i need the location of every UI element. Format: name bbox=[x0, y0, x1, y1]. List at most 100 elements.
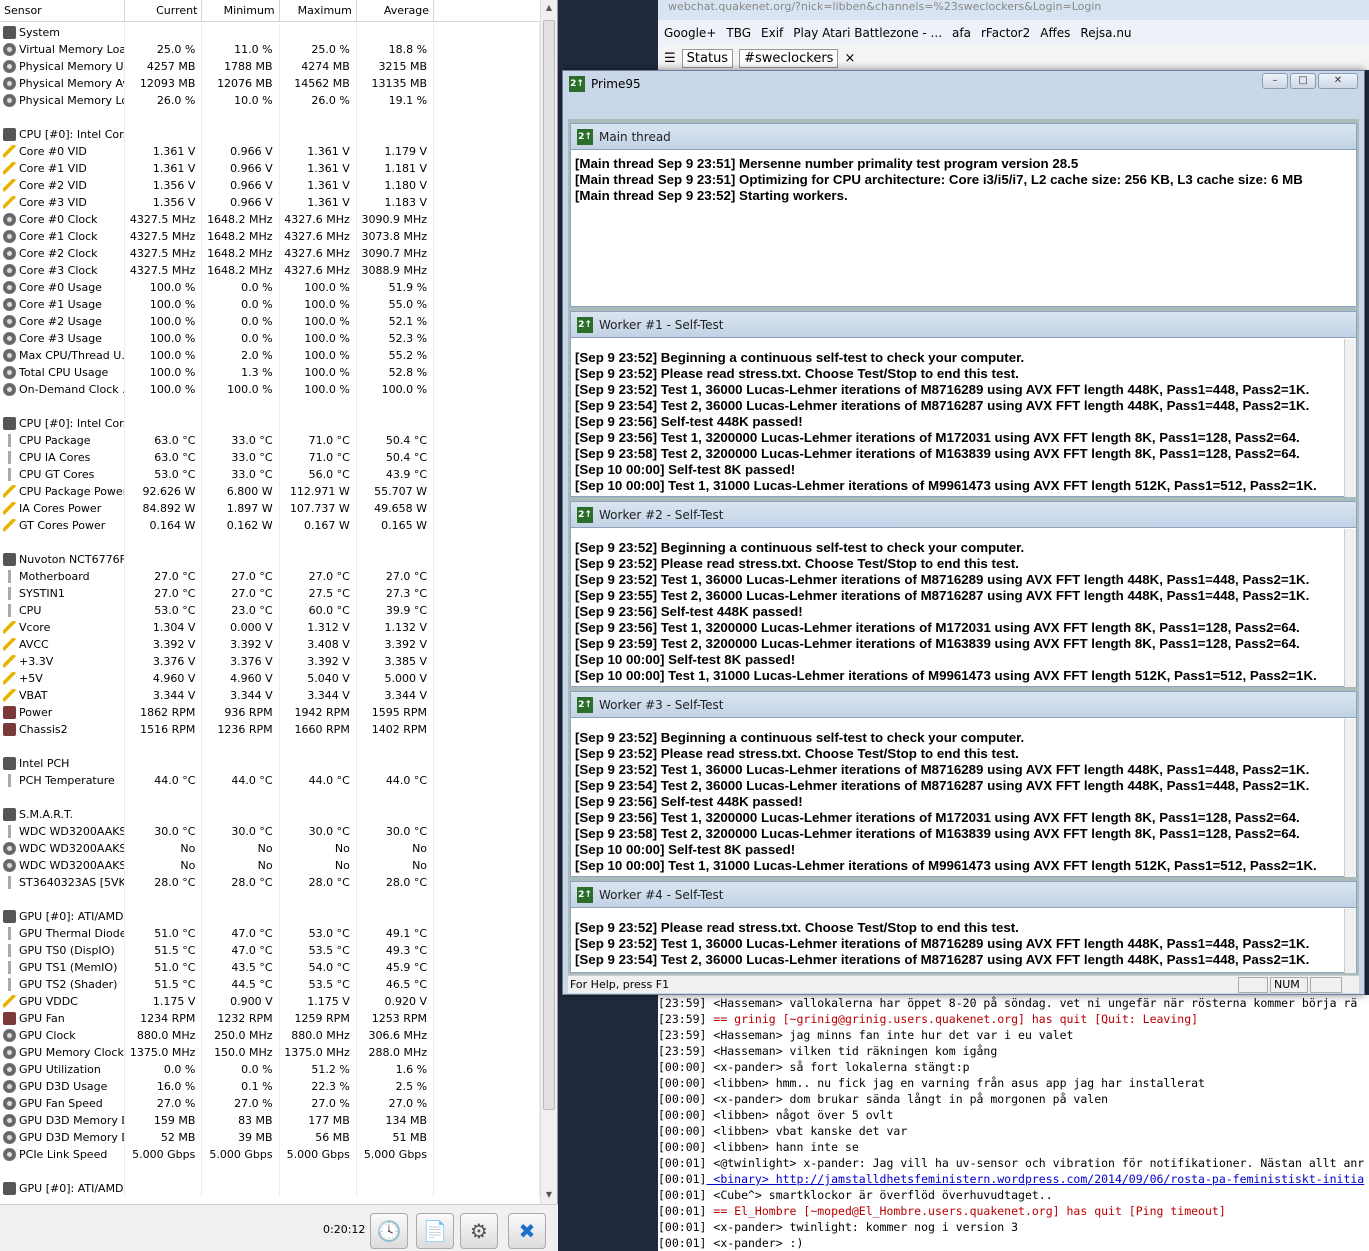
sensor-row[interactable]: Core #3 Clock 4327.5 MHz 1648.2 MHz 4327.6 … bbox=[0, 262, 540, 279]
sensor-row[interactable]: CPU Package 63.0 °C 33.0 °C 71.0 °C 50.4 °C bbox=[0, 432, 540, 449]
sensor-row[interactable]: Physical Memory Av...12093 MB12076 MB145… bbox=[0, 75, 540, 92]
sensor-row[interactable]: CPU 53.0 °C 23.0 °C 60.0 °C 39.9 °C bbox=[0, 602, 540, 619]
blank-row[interactable] bbox=[0, 1163, 540, 1180]
sensor-row[interactable]: Motherboard 27.0 °C 27.0 °C 27.0 °C 27.0 °C bbox=[0, 568, 540, 585]
sensor-row[interactable]: PCH Temperature 44.0 °C 44.0 °C 44.0 °C 44.0… bbox=[0, 772, 540, 789]
sensor-row[interactable]: WDC WD3200AAKS... 30.0 °C 30.0 °C 30.0 °C 30… bbox=[0, 823, 540, 840]
sensor-row[interactable]: WDC WD3200AAKS... No No No No bbox=[0, 857, 540, 874]
sensor-row[interactable]: Core #1 Clock 4327.5 MHz 1648.2 MHz 4327.6 … bbox=[0, 228, 540, 245]
tab-sweclockers[interactable]: #sweclockers bbox=[739, 48, 839, 68]
sensor-row[interactable]: Chassis2 1516 RPM 1236 RPM 1660 RPM 1402 RPM bbox=[0, 721, 540, 738]
sensor-row[interactable]: GT Cores Power 0.164 W 0.162 W 0.167 W 0.165… bbox=[0, 517, 540, 534]
scroll-down-icon[interactable]: ▼ bbox=[544, 1190, 554, 1199]
pane-scrollbar[interactable] bbox=[1344, 529, 1356, 687]
sensor-row[interactable]: Core #2 Usage 100.0 % 0.0 % 100.0 % 52.1 % bbox=[0, 313, 540, 330]
sensor-row[interactable]: On-Demand Clock ... 100.0 % 100.0 % 100.0 %… bbox=[0, 381, 540, 398]
minimize-button[interactable]: – bbox=[1262, 73, 1288, 89]
sensor-row[interactable]: CPU Package Power 92.626 W 6.800 W 112.971 … bbox=[0, 483, 540, 500]
bookmark-item[interactable]: Play Atari Battlezone - ... bbox=[793, 26, 942, 40]
maximize-button[interactable]: □ bbox=[1290, 73, 1316, 89]
sensor-row[interactable]: SYSTIN1 27.0 °C 27.0 °C 27.5 °C 27.3 °C bbox=[0, 585, 540, 602]
blank-row[interactable] bbox=[0, 891, 540, 908]
blank-row[interactable] bbox=[0, 398, 540, 415]
sensor-row[interactable]: GPU [#0]: ATI/AMD... bbox=[0, 908, 540, 925]
sensor-row[interactable]: CPU IA Cores 63.0 °C 33.0 °C 71.0 °C 50.4 °C bbox=[0, 449, 540, 466]
pane-scrollbar[interactable] bbox=[1344, 719, 1356, 877]
sensor-row[interactable]: Nuvoton NCT6776F bbox=[0, 551, 540, 568]
sensor-row[interactable]: Core #0 VID 1.361 V 0.966 V 1.361 V 1.179 V bbox=[0, 143, 540, 160]
sensor-row[interactable]: +5V 4.960 V 4.960 V 5.040 V 5.000 V bbox=[0, 670, 540, 687]
sensor-row[interactable]: GPU Utilization 0.0 % 0.0 % 51.2 % 1.6 % bbox=[0, 1061, 540, 1078]
column-header-sensor[interactable]: Sensor bbox=[0, 0, 126, 21]
sensor-row[interactable]: Core #3 VID 1.356 V 0.966 V 1.361 V 1.183 V bbox=[0, 194, 540, 211]
blank-row[interactable] bbox=[0, 109, 540, 126]
sensor-row[interactable]: PCIe Link Speed 5.000 Gbps 5.000 Gbps 5.000… bbox=[0, 1146, 540, 1163]
sensor-row[interactable]: GPU Thermal Diode 51.0 °C 47.0 °C 53.0 °C 49… bbox=[0, 925, 540, 942]
sensor-row[interactable]: Core #0 Usage 100.0 % 0.0 % 100.0 % 51.9 % bbox=[0, 279, 540, 296]
close-tab-icon[interactable]: × bbox=[844, 51, 855, 66]
sensor-row[interactable]: Core #1 VID 1.361 V 0.966 V 1.361 V 1.181 V bbox=[0, 160, 540, 177]
column-header-current[interactable]: Current bbox=[125, 0, 203, 21]
settings-button[interactable]: ⚙ bbox=[460, 1213, 498, 1249]
bookmark-item[interactable]: TBG bbox=[726, 26, 751, 40]
sensor-row[interactable]: GPU Fan 1234 RPM 1232 RPM 1259 RPM 1253 RPM bbox=[0, 1010, 540, 1027]
sensor-row[interactable]: Core #1 Usage 100.0 % 0.0 % 100.0 % 55.0 % bbox=[0, 296, 540, 313]
sensor-row[interactable]: Core #2 Clock 4327.5 MHz 1648.2 MHz 4327.6 … bbox=[0, 245, 540, 262]
blank-row[interactable] bbox=[0, 534, 540, 551]
column-header-average[interactable]: Average bbox=[357, 0, 435, 21]
sensor-row[interactable]: Vcore 1.304 V 0.000 V 1.312 V 1.132 V bbox=[0, 619, 540, 636]
sensor-row[interactable]: Core #2 VID 1.356 V 0.966 V 1.361 V 1.180 V bbox=[0, 177, 540, 194]
sensor-row[interactable]: Max CPU/Thread U... 100.0 % 2.0 % 100.0 % 55… bbox=[0, 347, 540, 364]
pane-scrollbar[interactable] bbox=[1344, 909, 1356, 973]
sensor-row[interactable]: GPU TS2 (Shader) 51.5 °C 44.5 °C 53.5 °C 46.… bbox=[0, 976, 540, 993]
scrollbar-thumb[interactable] bbox=[543, 20, 555, 1110]
sensor-row[interactable]: +3.3V 3.376 V 3.376 V 3.392 V 3.385 V bbox=[0, 653, 540, 670]
sensor-row[interactable]: Core #3 Usage 100.0 % 0.0 % 100.0 % 52.3 % bbox=[0, 330, 540, 347]
sensor-row[interactable]: GPU D3D Memory D...159 MB83 MB177 MB134 … bbox=[0, 1112, 540, 1129]
sensor-row[interactable]: CPU [#0]: Intel Cor... bbox=[0, 415, 540, 432]
sensor-row[interactable]: S.M.A.R.T. bbox=[0, 806, 540, 823]
sensor-row[interactable]: Physical Memory Used4257 MB1788 MB4274 M… bbox=[0, 58, 540, 75]
bookmark-item[interactable]: Exif bbox=[761, 26, 783, 40]
address-bar[interactable]: webchat.quakenet.org/?nick=libben&channe… bbox=[658, 0, 1369, 20]
bookmark-item[interactable]: Rejsa.nu bbox=[1080, 26, 1131, 40]
sensor-row[interactable]: GPU TS0 (DispIO) 51.5 °C 47.0 °C 53.5 °C 49.… bbox=[0, 942, 540, 959]
sensor-row[interactable]: Physical Memory Load26.0 %10.0 %26.0 %19… bbox=[0, 92, 540, 109]
sensor-row[interactable]: GPU TS1 (MemIO) 51.0 °C 43.5 °C 54.0 °C 45.9… bbox=[0, 959, 540, 976]
close-button[interactable]: ✕ bbox=[1318, 73, 1358, 89]
sensor-row[interactable]: CPU [#0]: Intel Cor... bbox=[0, 126, 540, 143]
sensor-row[interactable]: System bbox=[0, 24, 540, 41]
pane-titlebar[interactable]: 2↑ Worker #2 - Self-Test bbox=[571, 502, 1356, 528]
prime95-titlebar[interactable]: 2↑ Prime95 bbox=[563, 71, 1364, 97]
sensor-row[interactable]: GPU VDDC 1.175 V 0.900 V 1.175 V 0.920 V bbox=[0, 993, 540, 1010]
sensor-row[interactable]: IA Cores Power 84.892 W 1.897 W 107.737 W 49… bbox=[0, 500, 540, 517]
menu-icon[interactable]: ☰ bbox=[664, 51, 676, 66]
bookmark-item[interactable]: rFactor2 bbox=[981, 26, 1030, 40]
pane-scrollbar[interactable] bbox=[1344, 339, 1356, 497]
scroll-up-icon[interactable]: ▲ bbox=[544, 3, 554, 12]
bookmark-item[interactable]: Affes bbox=[1040, 26, 1070, 40]
blank-row[interactable] bbox=[0, 789, 540, 806]
pane-titlebar[interactable]: 2↑ Worker #1 - Self-Test bbox=[571, 312, 1356, 338]
sensor-row[interactable]: GPU Fan Speed 27.0 % 27.0 % 27.0 % 27.0 % bbox=[0, 1095, 540, 1112]
sensor-row[interactable]: GPU D3D Memory D...52 MB39 MB56 MB51 MB bbox=[0, 1129, 540, 1146]
sensor-row[interactable]: WDC WD3200AAKS... No No No No bbox=[0, 840, 540, 857]
sensor-row[interactable]: ST3640323AS [5VK... 28.0 °C 28.0 °C 28.0 °C… bbox=[0, 874, 540, 891]
chat-message[interactable]: <binary> http://jamstalldhetsfeministern… bbox=[706, 1172, 1364, 1186]
sensor-row[interactable]: GPU [#0]: ATI/AMD... bbox=[0, 1180, 540, 1197]
clock-reset-button[interactable]: 🕓 bbox=[370, 1213, 408, 1249]
sensor-row[interactable]: Power 1862 RPM 936 RPM 1942 RPM 1595 RPM bbox=[0, 704, 540, 721]
pane-titlebar[interactable]: 2↑ Worker #3 - Self-Test bbox=[571, 692, 1356, 718]
sensor-row[interactable]: GPU D3D Usage 16.0 % 0.1 % 22.3 % 2.5 % bbox=[0, 1078, 540, 1095]
column-header-maximum[interactable]: Maximum bbox=[280, 0, 357, 21]
sensor-row[interactable]: GPU Clock 880.0 MHz 250.0 MHz 880.0 MHz 306.… bbox=[0, 1027, 540, 1044]
sensor-row[interactable]: Virtual Memory Load 25.0 % 11.0 % 25.0 % 18.… bbox=[0, 41, 540, 58]
bookmark-item[interactable]: afa bbox=[952, 26, 971, 40]
sensor-row[interactable]: Intel PCH bbox=[0, 755, 540, 772]
sensor-row[interactable]: GPU Memory Clock 1375.0 MHz 150.0 MHz 1375.… bbox=[0, 1044, 540, 1061]
sensor-row[interactable]: VBAT 3.344 V 3.344 V 3.344 V 3.344 V bbox=[0, 687, 540, 704]
close-hwinfo-button[interactable]: ✖ bbox=[508, 1213, 546, 1249]
sensor-row[interactable]: AVCC 3.392 V 3.392 V 3.408 V 3.392 V bbox=[0, 636, 540, 653]
sensor-row[interactable]: Core #0 Clock 4327.5 MHz 1648.2 MHz 4327.6 … bbox=[0, 211, 540, 228]
vertical-scrollbar[interactable]: ▲ ▼ bbox=[540, 0, 557, 1204]
